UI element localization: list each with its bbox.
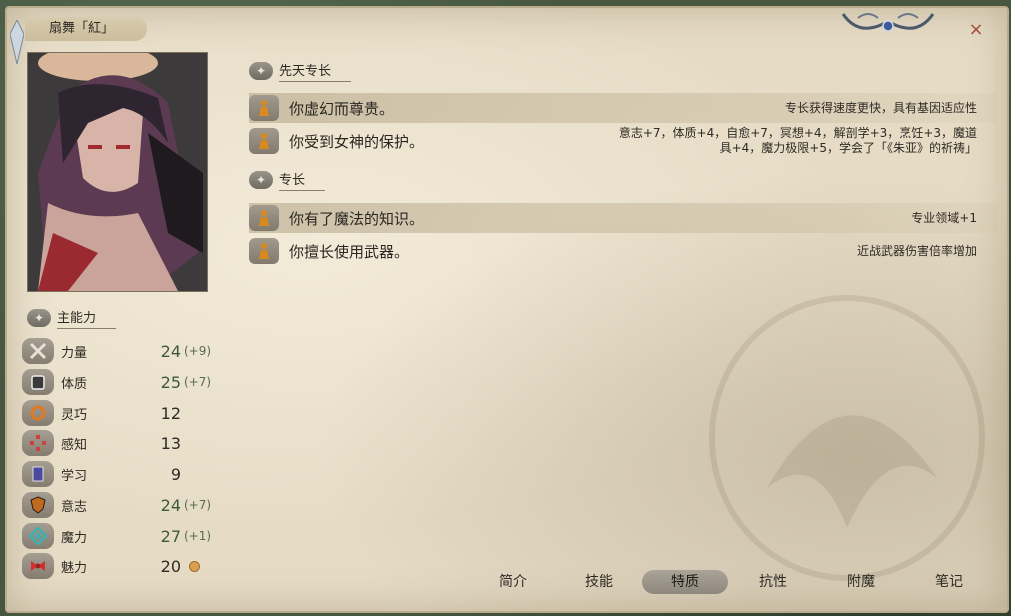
status-dot-icon bbox=[189, 560, 200, 572]
trait-name: 你虚幻而尊贵。 bbox=[289, 99, 395, 118]
tab-notes[interactable]: 笔记 bbox=[906, 570, 992, 594]
tab-skills[interactable]: 技能 bbox=[556, 570, 642, 594]
trait-description: 专业领域+1 bbox=[911, 210, 977, 225]
attribute-bonus: (+9) bbox=[184, 344, 212, 358]
trait-name: 你受到女神的保护。 bbox=[289, 132, 425, 151]
attribute-name: 魅力 bbox=[61, 560, 88, 576]
section-marker-icon: ✦ bbox=[249, 171, 273, 189]
feats-section-header: ✦ 专长 bbox=[249, 169, 326, 191]
feats-section-title: 专长 bbox=[279, 169, 326, 191]
senses-icon bbox=[22, 430, 54, 456]
ring-icon bbox=[22, 400, 54, 426]
tab-traits[interactable]: 特质 bbox=[642, 570, 728, 594]
magic-icon bbox=[22, 523, 54, 549]
attribute-name: 体质 bbox=[61, 376, 88, 392]
attribute-row-constitution[interactable]: 体质 25 (+7) bbox=[22, 368, 222, 396]
emblem-watermark bbox=[709, 295, 985, 581]
attribute-row-perception[interactable]: 感知 13 bbox=[22, 429, 222, 457]
attribute-bonus: (+7) bbox=[184, 498, 212, 512]
attribute-value: 25 bbox=[160, 372, 181, 392]
attribute-value: 24 bbox=[160, 341, 181, 361]
section-marker-icon: ✦ bbox=[27, 309, 51, 327]
attribute-bonus: (+1) bbox=[184, 529, 212, 543]
armor-icon bbox=[22, 369, 54, 395]
attribute-value: 12 bbox=[160, 403, 181, 423]
trait-name: 你擅长使用武器。 bbox=[289, 242, 410, 261]
attribute-value: 13 bbox=[160, 433, 181, 453]
shield-icon bbox=[22, 492, 54, 518]
book-icon bbox=[22, 461, 54, 487]
trait-name: 你有了魔法的知识。 bbox=[289, 209, 425, 228]
trait-row[interactable]: 你擅长使用武器。 近战武器伤害倍率增加 bbox=[249, 236, 997, 266]
attributes-section-header: ✦ 主能力 bbox=[27, 307, 117, 329]
attribute-name: 学习 bbox=[61, 468, 88, 484]
attributes-section-title: 主能力 bbox=[57, 307, 117, 329]
close-button[interactable]: × bbox=[966, 20, 986, 40]
crystal-ornament bbox=[10, 20, 24, 64]
attribute-row-learning[interactable]: 学习 9 bbox=[22, 460, 222, 488]
attribute-row-charisma[interactable]: 魅力 20 bbox=[22, 552, 222, 580]
attribute-name: 感知 bbox=[61, 437, 88, 453]
corner-ornament bbox=[841, 13, 935, 32]
tab-enchantments[interactable]: 附魔 bbox=[818, 570, 904, 594]
trait-description: 意志+7，体质+4，自愈+7，冥想+4，解剖学+3，烹饪+3，魔道具+4，魔力极… bbox=[618, 126, 977, 155]
attribute-value: 9 bbox=[170, 464, 181, 484]
tab-resistances[interactable]: 抗性 bbox=[730, 570, 816, 594]
attribute-value: 24 bbox=[160, 495, 181, 515]
attribute-row-strength[interactable]: 力量 24 (+9) bbox=[22, 337, 222, 365]
attribute-bonus: (+7) bbox=[184, 375, 212, 389]
innate-section-header: ✦ 先天专长 bbox=[249, 60, 352, 82]
attribute-name: 灵巧 bbox=[61, 407, 88, 423]
attribute-name: 意志 bbox=[61, 499, 88, 515]
attribute-row-magic[interactable]: 魔力 27 (+1) bbox=[22, 522, 222, 550]
trait-description: 近战武器伤害倍率增加 bbox=[856, 243, 977, 258]
character-name-tab: 扇舞「紅」 bbox=[25, 17, 147, 41]
attribute-value: 27 bbox=[160, 526, 181, 546]
trait-row[interactable]: 你有了魔法的知识。 专业领域+1 bbox=[249, 203, 997, 233]
attribute-row-dexterity[interactable]: 灵巧 12 bbox=[22, 399, 222, 427]
figure-icon bbox=[249, 95, 279, 121]
figure-icon bbox=[249, 238, 279, 264]
tab-profile[interactable]: 简介 bbox=[470, 570, 556, 594]
figure-icon bbox=[249, 205, 279, 231]
tab-bar: 简介 技能 特质 抗性 附魔 笔记 bbox=[470, 570, 990, 596]
section-marker-icon: ✦ bbox=[249, 62, 273, 80]
attribute-row-will[interactable]: 意志 24 (+7) bbox=[22, 491, 222, 519]
trait-row[interactable]: 你虚幻而尊贵。 专长获得速度更快，具有基因适应性 bbox=[249, 93, 997, 123]
character-portrait bbox=[27, 52, 208, 292]
attribute-value: 20 bbox=[160, 556, 181, 576]
attribute-name: 魔力 bbox=[61, 530, 88, 546]
figure-icon bbox=[249, 128, 279, 154]
swords-icon bbox=[22, 338, 54, 364]
trait-row[interactable]: 你受到女神的保护。 意志+7，体质+4，自愈+7，冥想+4，解剖学+3，烹饪+3… bbox=[249, 124, 997, 158]
trait-description: 专长获得速度更快，具有基因适应性 bbox=[784, 100, 977, 115]
bow-icon bbox=[22, 553, 54, 579]
innate-section-title: 先天专长 bbox=[279, 60, 352, 82]
attribute-name: 力量 bbox=[61, 345, 88, 361]
